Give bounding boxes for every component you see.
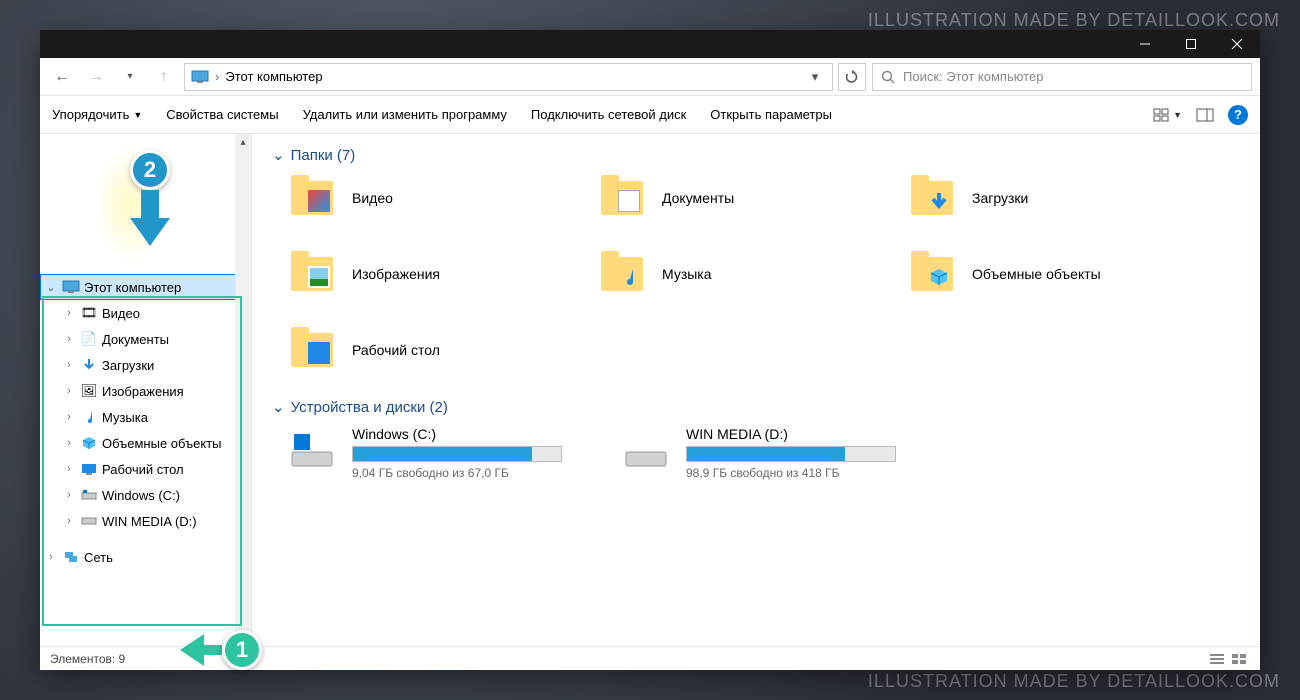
- pc-icon: [191, 68, 209, 86]
- watermark-top: ILLUSTRATION MADE BY DETAILLOOK.COM: [868, 10, 1280, 31]
- download-icon: [80, 356, 98, 374]
- organize-button[interactable]: Упорядочить▼: [52, 107, 142, 122]
- titlebar: [40, 30, 1260, 58]
- close-button[interactable]: [1214, 30, 1260, 58]
- drive-c[interactable]: Windows (C:) 9,04 ГБ свободно из 67,0 ГБ: [288, 426, 562, 480]
- recent-dropdown[interactable]: ▾: [116, 63, 144, 91]
- pictures-folder-icon: [288, 250, 336, 298]
- annotation-2: 2: [130, 150, 170, 246]
- watermark-bottom: ILLUSTRATION MADE BY DETAILLOOK.COM: [868, 671, 1280, 692]
- chevron-right-icon[interactable]: ›: [62, 463, 76, 475]
- downloads-folder-icon: [908, 174, 956, 222]
- icons-view-button[interactable]: [1228, 650, 1250, 668]
- search-placeholder: Поиск: Этот компьютер: [903, 69, 1043, 84]
- drives-section-header[interactable]: ⌄ Устройства и диски (2): [272, 398, 1240, 416]
- 3d-folder-icon: [908, 250, 956, 298]
- chevron-right-icon[interactable]: ›: [62, 411, 76, 423]
- music-icon: [80, 408, 98, 426]
- chevron-right-icon[interactable]: ›: [62, 359, 76, 371]
- chevron-right-icon[interactable]: ›: [62, 385, 76, 397]
- pc-icon: [62, 278, 80, 296]
- folders-section-header[interactable]: ⌄ Папки (7): [272, 146, 1240, 164]
- drive-fill: [687, 447, 845, 461]
- toolbar: Упорядочить▼ Свойства системы Удалить ил…: [40, 96, 1260, 134]
- windows-drive-icon: [288, 426, 336, 474]
- item-count: Элементов: 9: [50, 652, 125, 666]
- tree-scrollbar[interactable]: ▴ ▾: [235, 134, 251, 646]
- details-view-button[interactable]: [1206, 650, 1228, 668]
- desktop-folder-icon: [288, 326, 336, 374]
- tree-item-documents[interactable]: ›📄Документы: [40, 326, 251, 352]
- help-button[interactable]: ?: [1228, 105, 1248, 125]
- tree-item-drive-d[interactable]: ›WIN MEDIA (D:): [40, 508, 251, 534]
- open-settings-button[interactable]: Открыть параметры: [710, 107, 832, 122]
- annotation-1: 1: [180, 630, 262, 670]
- map-drive-button[interactable]: Подключить сетевой диск: [531, 107, 686, 122]
- forward-button[interactable]: →: [82, 63, 110, 91]
- chevron-down-icon: ⌄: [272, 398, 285, 416]
- tree-item-3d[interactable]: ›Объемные объекты: [40, 430, 251, 456]
- video-folder-icon: [288, 174, 336, 222]
- folder-video[interactable]: Видео: [288, 174, 598, 222]
- chevron-down-icon[interactable]: ⌄: [44, 281, 58, 294]
- drive-icon: [622, 426, 670, 474]
- tree-item-drive-c[interactable]: ›Windows (C:): [40, 482, 251, 508]
- folder-desktop[interactable]: Рабочий стол: [288, 326, 598, 374]
- refresh-button[interactable]: [838, 63, 866, 91]
- view-options-button[interactable]: ▼: [1153, 107, 1182, 123]
- tree-item-desktop[interactable]: ›Рабочий стол: [40, 456, 251, 482]
- desktop-icon: [80, 460, 98, 478]
- picture-icon: 🖼: [80, 382, 98, 400]
- video-icon: 🎞: [80, 304, 98, 322]
- network-icon: [62, 548, 80, 566]
- chevron-down-icon: ⌄: [272, 146, 285, 164]
- folder-pictures[interactable]: Изображения: [288, 250, 598, 298]
- tree-item-pictures[interactable]: ›🖼Изображения: [40, 378, 251, 404]
- address-dropdown[interactable]: ▾: [804, 69, 826, 85]
- explorer-window: ← → ▾ ↑ › Этот компьютер ▾ Поиск: Этот к…: [40, 30, 1260, 670]
- chevron-right-icon[interactable]: ›: [62, 333, 76, 345]
- scroll-up-icon[interactable]: ▴: [235, 134, 251, 150]
- chevron-right-icon[interactable]: ›: [62, 307, 76, 319]
- folder-documents[interactable]: Документы: [598, 174, 908, 222]
- chevron-right-icon[interactable]: ›: [62, 437, 76, 449]
- system-properties-button[interactable]: Свойства системы: [166, 107, 278, 122]
- tree-item-music[interactable]: ›Музыка: [40, 404, 251, 430]
- tree-item-video[interactable]: ›🎞Видео: [40, 300, 251, 326]
- chevron-right-icon[interactable]: ›: [62, 515, 76, 527]
- address-row: ← → ▾ ↑ › Этот компьютер ▾ Поиск: Этот к…: [40, 58, 1260, 96]
- minimize-button[interactable]: [1122, 30, 1168, 58]
- content-pane: ⌄ Папки (7) Видео Документы Загрузки: [252, 134, 1260, 646]
- preview-pane-button[interactable]: [1196, 108, 1214, 122]
- folder-music[interactable]: Музыка: [598, 250, 908, 298]
- documents-folder-icon: [598, 174, 646, 222]
- breadcrumb-this-pc[interactable]: Этот компьютер: [225, 69, 322, 84]
- document-icon: 📄: [80, 330, 98, 348]
- drive-icon: [80, 512, 98, 530]
- folder-downloads[interactable]: Загрузки: [908, 174, 1218, 222]
- search-icon: [881, 70, 895, 84]
- drive-d[interactable]: WIN MEDIA (D:) 98,9 ГБ свободно из 418 Г…: [622, 426, 896, 480]
- tree-network[interactable]: › Сеть: [40, 544, 251, 570]
- back-button[interactable]: ←: [48, 63, 76, 91]
- chevron-right-icon[interactable]: ›: [44, 551, 58, 563]
- search-input[interactable]: Поиск: Этот компьютер: [872, 63, 1252, 91]
- tree-this-pc[interactable]: ⌄ Этот компьютер: [40, 274, 251, 300]
- maximize-button[interactable]: [1168, 30, 1214, 58]
- drive-icon: [80, 486, 98, 504]
- tree-item-downloads[interactable]: ›Загрузки: [40, 352, 251, 378]
- uninstall-program-button[interactable]: Удалить или изменить программу: [303, 107, 507, 122]
- folder-3d[interactable]: Объемные объекты: [908, 250, 1218, 298]
- cube-icon: [80, 434, 98, 452]
- drive-usage-bar: [686, 446, 896, 462]
- address-bar[interactable]: › Этот компьютер ▾: [184, 63, 833, 91]
- music-folder-icon: [598, 250, 646, 298]
- chevron-right-icon[interactable]: ›: [62, 489, 76, 501]
- drive-usage-bar: [352, 446, 562, 462]
- up-button[interactable]: ↑: [150, 63, 178, 91]
- drive-fill: [353, 447, 532, 461]
